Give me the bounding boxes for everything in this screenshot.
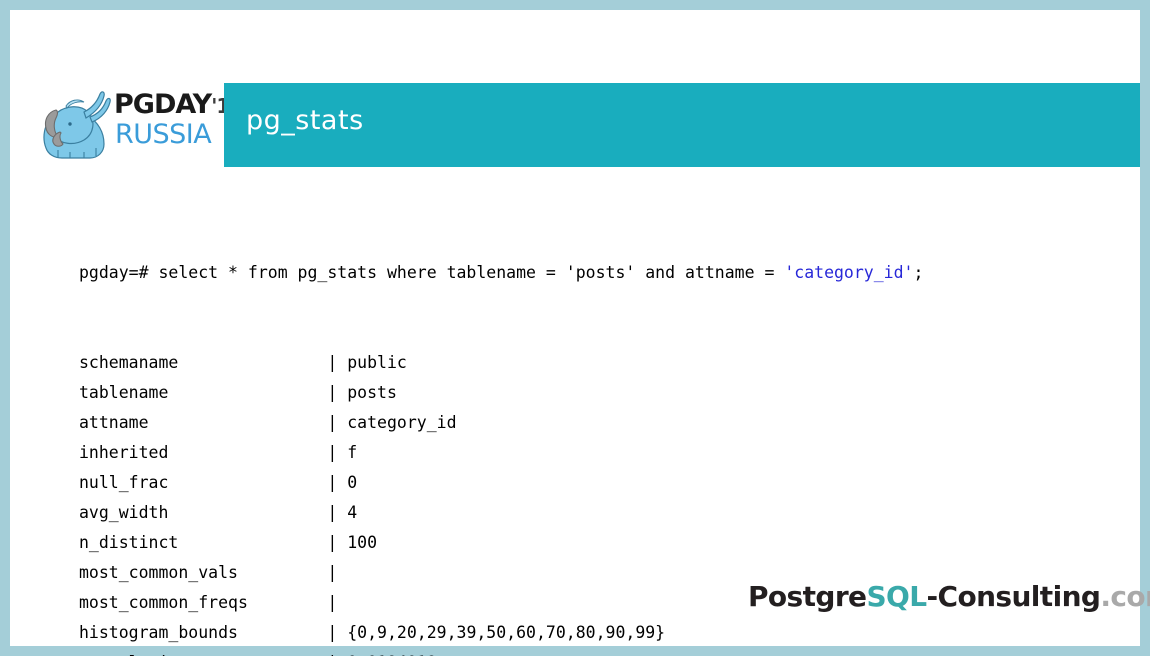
pg-stats-row-value: 0 — [347, 473, 358, 492]
pg-stats-row-label: most_common_vals — [79, 563, 328, 582]
pg-stats-row-separator: | — [327, 563, 348, 582]
pg-stats-row-label: avg_width — [79, 503, 328, 522]
logo-wordmark: PGDAY'15 RUSSIA — [114, 90, 243, 160]
pg-stats-row: n_distinct | 100 — [79, 528, 923, 558]
pg-stats-row-separator: | — [327, 593, 348, 612]
pg-stats-row-label: attname — [79, 413, 328, 432]
pg-stats-row: inherited | f — [79, 438, 923, 468]
sql-query-text: select * from pg_stats where tablename =… — [158, 263, 785, 282]
pg-stats-row: schemaname | public — [79, 348, 923, 378]
wordmark-part-sql: SQL — [866, 580, 927, 613]
elephant-icon — [36, 88, 114, 162]
logo-pgday-text: PGDAY — [114, 89, 212, 120]
pg-stats-row: tablename | posts — [79, 378, 923, 408]
pg-stats-row-value: {0,9,20,29,39,50,60,70,80,90,99} — [347, 623, 666, 642]
pg-stats-row-label: correlation — [79, 648, 327, 656]
pg-stats-row-value: category_id — [347, 413, 457, 432]
pg-stats-row-separator: | — [327, 443, 348, 462]
pg-stats-row-separator: | — [327, 413, 348, 432]
pg-stats-row: avg_width | 4 — [79, 498, 923, 528]
slide: PGDAY'15 RUSSIA pg_stats pgday=# select … — [0, 0, 1150, 656]
pg-stats-row-value: 4 — [347, 503, 358, 522]
pg-stats-row: histogram_bounds | {0,9,20,29,39,50,60,7… — [79, 618, 923, 648]
slide-border-right — [1140, 0, 1150, 656]
pg-stats-row-value: public — [347, 353, 407, 372]
sql-prompt: pgday=# — [79, 263, 159, 282]
wordmark-part-com: .com — [1100, 580, 1150, 613]
page-title: pg_stats — [246, 105, 364, 136]
pg-stats-row-label: schemaname — [79, 353, 328, 372]
postgresql-consulting-wordmark: PostgreSQL-Consulting.com — [748, 580, 1150, 613]
pg-stats-row-label: histogram_bounds — [79, 623, 328, 642]
slide-border-top — [0, 0, 1150, 10]
pg-stats-row-separator: | — [327, 533, 348, 552]
pg-stats-row-label: inherited — [79, 443, 328, 462]
pg-stats-row-value: f — [347, 443, 358, 462]
pg-stats-row-value: 100 — [347, 533, 378, 552]
pg-stats-row-label: n_distinct — [79, 533, 328, 552]
pg-stats-row: correlation | 0.0194019 — [79, 648, 923, 656]
pg-stats-row-value: posts — [347, 383, 397, 402]
pg-stats-row-separator: | — [327, 623, 348, 642]
sql-prompt-line: pgday=# select * from pg_stats where tab… — [79, 258, 923, 288]
pg-stats-row-label: most_common_freqs — [79, 593, 328, 612]
logo-line-russia: RUSSIA — [115, 119, 212, 150]
pg-stats-row-separator: | — [327, 383, 348, 402]
pg-stats-row-separator: | — [327, 503, 348, 522]
wordmark-part-postgre: Postgre — [748, 580, 867, 613]
logo-line-pgday: PGDAY'15 — [114, 89, 243, 121]
pg-stats-row-label: tablename — [79, 383, 328, 402]
pg-stats-row: null_frac | 0 — [79, 468, 923, 498]
pg-stats-row-separator: | — [327, 648, 347, 656]
pgday-russia-logo: PGDAY'15 RUSSIA — [36, 86, 243, 164]
wordmark-part-consulting: -Consulting — [926, 580, 1101, 613]
pg-stats-row-separator: | — [327, 353, 348, 372]
pg-stats-row-label: null_frac — [79, 473, 328, 492]
pg-stats-row-separator: | — [327, 473, 348, 492]
sql-query-terminator: ; — [913, 263, 924, 282]
sql-highlight-literal: 'category_id' — [784, 263, 914, 282]
slide-border-left — [0, 0, 10, 656]
pg-stats-row: attname | category_id — [79, 408, 923, 438]
